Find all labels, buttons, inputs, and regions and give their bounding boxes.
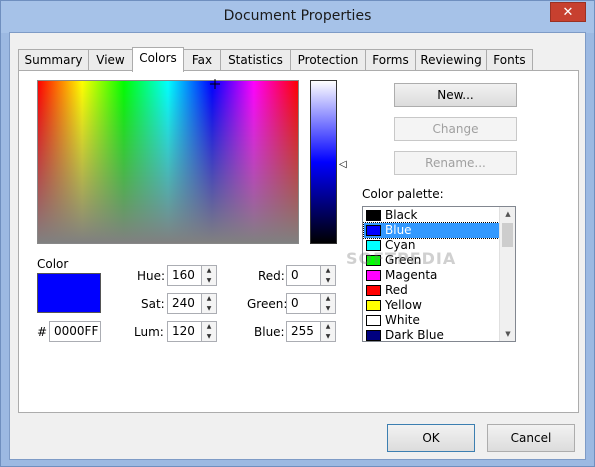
- green-label: Green:: [247, 297, 288, 311]
- tab-protection[interactable]: Protection: [290, 49, 366, 71]
- tab-forms[interactable]: Forms: [365, 49, 416, 71]
- color-label: Color: [37, 257, 69, 271]
- close-button[interactable]: ✕: [550, 2, 586, 22]
- sat-label: Sat:: [141, 297, 165, 311]
- palette-item-yellow[interactable]: Yellow: [364, 298, 499, 313]
- red-label: Red:: [258, 269, 285, 283]
- spin-down-icon[interactable]: ▼: [202, 304, 216, 313]
- color-swatch: [366, 300, 381, 311]
- blue-spinner[interactable]: 255 ▲ ▼: [286, 321, 336, 342]
- spin-up-icon[interactable]: ▲: [321, 294, 335, 303]
- tab-colors[interactable]: Colors: [132, 47, 184, 72]
- new-button[interactable]: New...: [394, 83, 517, 107]
- crosshair-icon: [210, 79, 220, 89]
- palette-item-red[interactable]: Red: [364, 283, 499, 298]
- rename-button: Rename...: [394, 151, 517, 175]
- palette-item-blue[interactable]: Blue: [363, 222, 500, 239]
- lum-spin-arrows[interactable]: ▲ ▼: [201, 321, 217, 342]
- document-properties-window: Document Properties ✕ Summary View Color…: [0, 0, 595, 467]
- color-swatch: [366, 210, 381, 221]
- tab-fonts[interactable]: Fonts: [486, 49, 533, 71]
- hex-color-input[interactable]: 0000FF: [49, 321, 101, 342]
- palette-item-label: Magenta: [385, 268, 438, 282]
- lum-label: Lum:: [134, 325, 164, 339]
- luminosity-pointer-icon[interactable]: ◁: [339, 159, 347, 170]
- green-spin-arrows[interactable]: ▲ ▼: [320, 293, 336, 314]
- hue-spin-arrows[interactable]: ▲ ▼: [201, 265, 217, 286]
- red-spinner[interactable]: 0 ▲ ▼: [286, 265, 336, 286]
- luminosity-slider[interactable]: [310, 80, 337, 244]
- palette-item-black[interactable]: Black: [364, 208, 499, 223]
- hue-label: Hue:: [137, 269, 166, 283]
- hash-label: #: [37, 325, 48, 339]
- scroll-up-icon[interactable]: ▲: [500, 207, 515, 221]
- blue-label: Blue:: [254, 325, 285, 339]
- color-spectrum-picker[interactable]: [37, 79, 299, 244]
- tab-statistics[interactable]: Statistics: [220, 49, 291, 71]
- spin-down-icon[interactable]: ▼: [321, 304, 335, 313]
- palette-scrollbar[interactable]: ▲ ▼: [499, 207, 515, 341]
- spin-up-icon[interactable]: ▲: [202, 294, 216, 303]
- green-spinner[interactable]: 0 ▲ ▼: [286, 293, 336, 314]
- color-palette-list[interactable]: Black Blue Cyan Green Magenta Red Yellow…: [362, 206, 516, 342]
- scroll-thumb[interactable]: [502, 223, 513, 247]
- spin-down-icon[interactable]: ▼: [202, 276, 216, 285]
- tab-reviewing[interactable]: Reviewing: [415, 49, 487, 71]
- spin-down-icon[interactable]: ▼: [321, 276, 335, 285]
- blue-spin-arrows[interactable]: ▲ ▼: [320, 321, 336, 342]
- spin-up-icon[interactable]: ▲: [321, 266, 335, 275]
- cancel-button[interactable]: Cancel: [487, 424, 575, 452]
- spin-up-icon[interactable]: ▲: [202, 322, 216, 331]
- color-swatch: [366, 285, 381, 296]
- hue-spinner[interactable]: 160 ▲ ▼: [167, 265, 217, 286]
- ok-button-label: OK: [422, 431, 440, 445]
- palette-item-label: Dark Blue: [385, 328, 444, 342]
- watermark-logo: SOFTPEDIA: [346, 249, 457, 268]
- change-button-label: Change: [432, 122, 479, 136]
- color-swatch: [366, 330, 381, 341]
- tab-summary[interactable]: Summary: [18, 49, 89, 71]
- color-palette-label: Color palette:: [362, 187, 444, 201]
- color-swatch: [366, 315, 381, 326]
- palette-item-white[interactable]: White: [364, 313, 499, 328]
- spin-down-icon[interactable]: ▼: [321, 332, 335, 341]
- title-bar: Document Properties ✕: [1, 1, 594, 33]
- palette-item-label: Blue: [385, 223, 412, 237]
- color-swatch: [366, 225, 381, 236]
- palette-item-label: Yellow: [385, 298, 422, 312]
- tab-view[interactable]: View: [88, 49, 133, 71]
- palette-item-dark-blue[interactable]: Dark Blue: [364, 328, 499, 342]
- tab-fax[interactable]: Fax: [183, 49, 221, 71]
- spin-up-icon[interactable]: ▲: [202, 266, 216, 275]
- new-button-label: New...: [437, 88, 474, 102]
- spin-down-icon[interactable]: ▼: [202, 332, 216, 341]
- scroll-down-icon[interactable]: ▼: [500, 327, 515, 341]
- palette-item-label: Black: [385, 208, 418, 222]
- palette-item-label: Red: [385, 283, 408, 297]
- change-button: Change: [394, 117, 517, 141]
- colors-tab-panel: ◁ New... Change Rename... Color # 0000FF…: [18, 70, 579, 413]
- lum-spinner[interactable]: 120 ▲ ▼: [167, 321, 217, 342]
- dialog-client-area: Summary View Colors Fax Statistics Prote…: [9, 32, 586, 460]
- ok-button[interactable]: OK: [387, 424, 475, 452]
- current-color-swatch: [37, 273, 101, 313]
- rename-button-label: Rename...: [425, 156, 486, 170]
- cancel-button-label: Cancel: [510, 431, 552, 445]
- spin-up-icon[interactable]: ▲: [321, 322, 335, 331]
- sat-spin-arrows[interactable]: ▲ ▼: [201, 293, 217, 314]
- palette-item-magenta[interactable]: Magenta: [364, 268, 499, 283]
- palette-item-label: White: [385, 313, 420, 327]
- window-title: Document Properties: [223, 8, 372, 24]
- red-spin-arrows[interactable]: ▲ ▼: [320, 265, 336, 286]
- sat-spinner[interactable]: 240 ▲ ▼: [167, 293, 217, 314]
- color-swatch: [366, 270, 381, 281]
